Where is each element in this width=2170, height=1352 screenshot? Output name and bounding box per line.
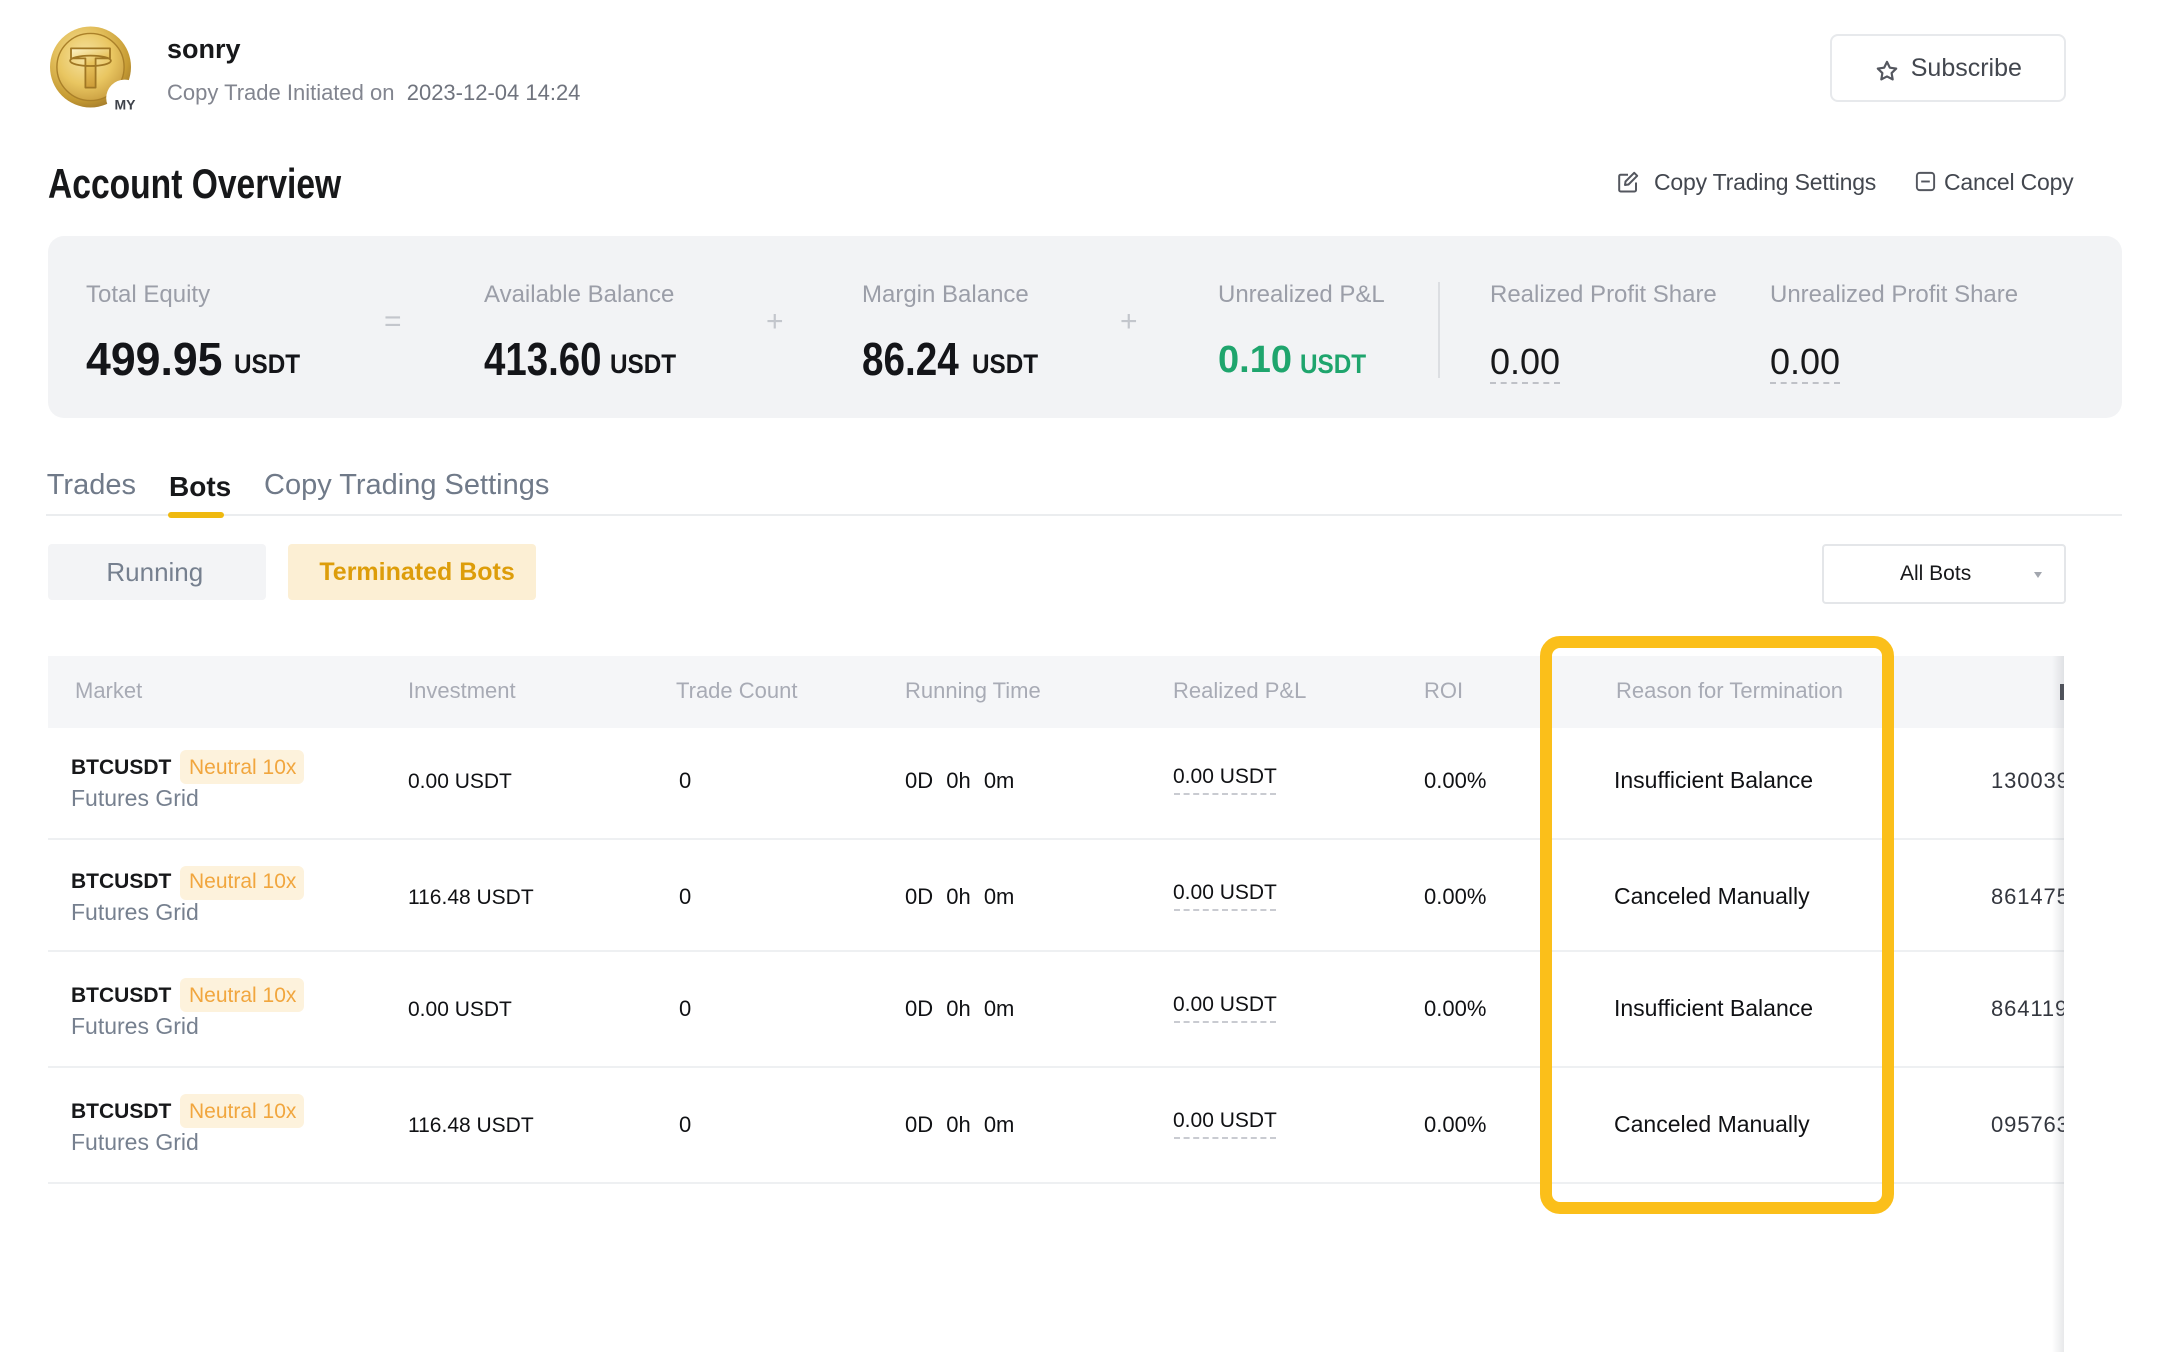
svg-text:MY: MY	[115, 97, 137, 113]
